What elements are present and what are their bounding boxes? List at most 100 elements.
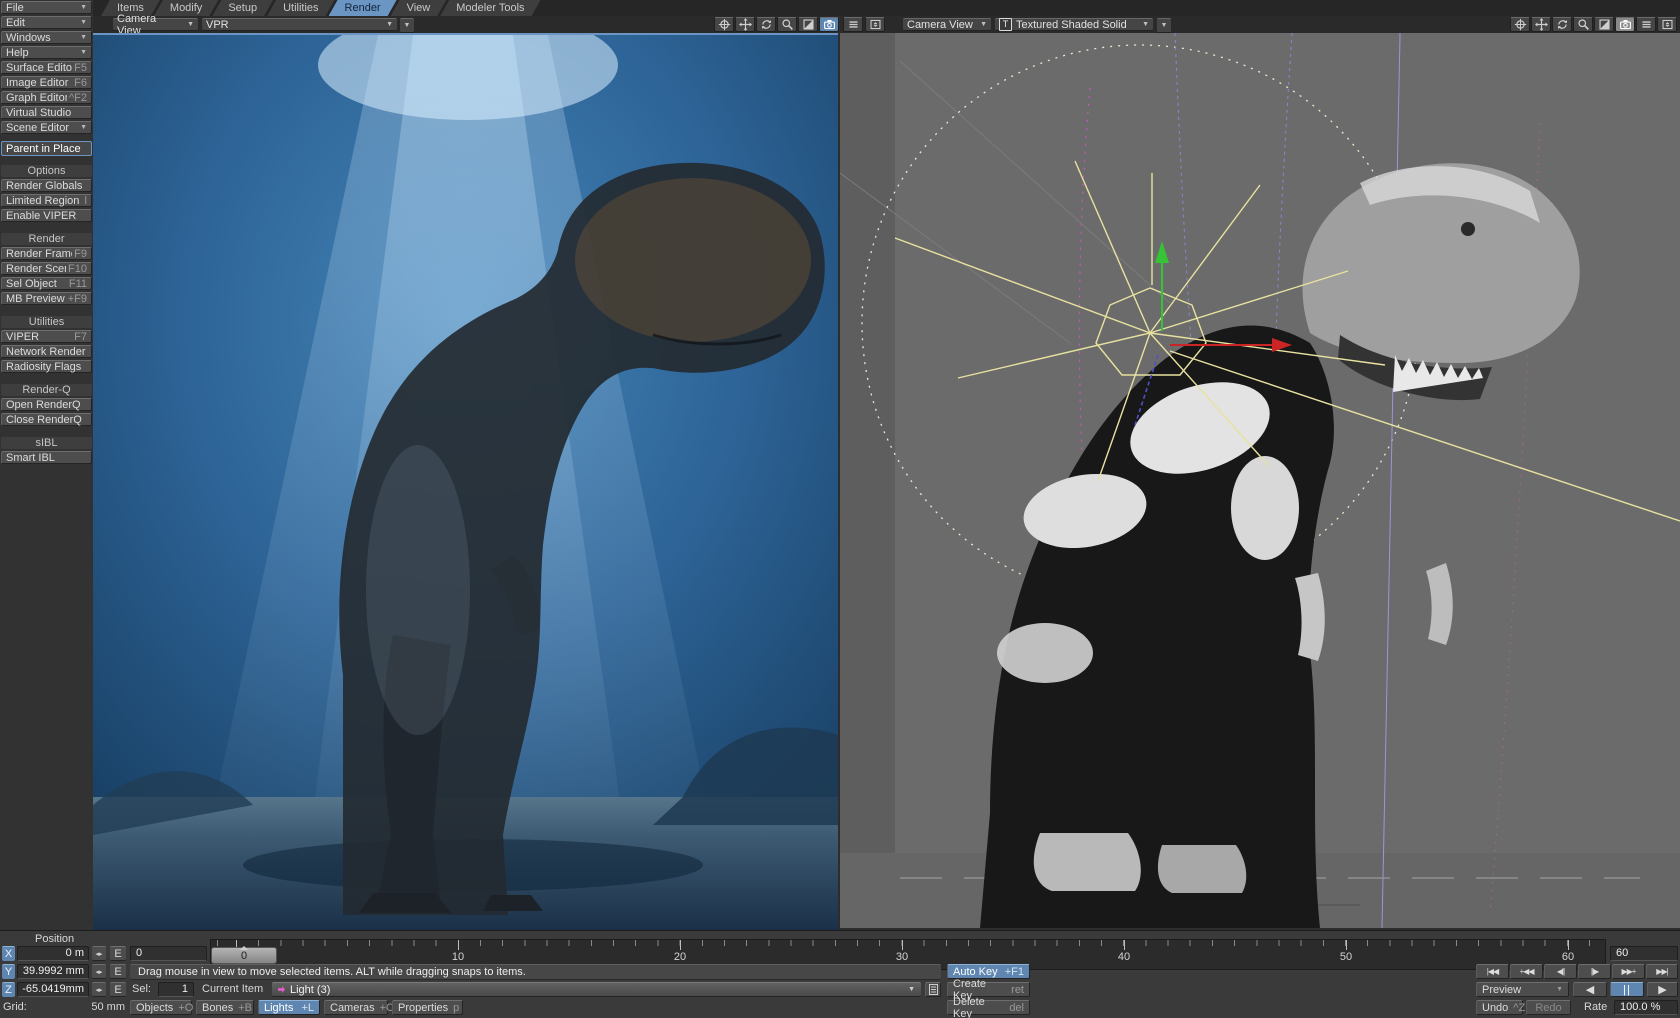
left-render-mode-dropdown[interactable]: VPR ▼: [202, 18, 397, 31]
left-viewport-options-dropdown[interactable]: ▼: [400, 18, 414, 33]
camera-icon[interactable]: [819, 17, 839, 32]
rotate-icon[interactable]: [756, 17, 776, 32]
vpr-render-viewport[interactable]: [93, 33, 838, 930]
tab-view[interactable]: View: [391, 0, 447, 16]
menu-windows[interactable]: Windows ▼: [1, 31, 92, 44]
x-position-field[interactable]: 0 m: [17, 946, 89, 961]
current-frame-field[interactable]: 0: [130, 946, 207, 961]
bones-mode-button[interactable]: Bones +B: [196, 1000, 254, 1015]
zoom-icon[interactable]: [1573, 17, 1593, 32]
current-item-dropdown[interactable]: Light (3) ▼: [272, 982, 921, 997]
zoom-icon[interactable]: [777, 17, 797, 32]
sel-object-button[interactable]: Sel Object F11: [1, 277, 92, 290]
delete-key-button[interactable]: Delete Key del: [947, 1000, 1030, 1015]
right-render-mode-dropdown[interactable]: T Textured Shaded Solid ▼: [995, 18, 1153, 31]
graph-editor-button[interactable]: Graph Editor ^F2: [1, 91, 92, 104]
render-frame-button[interactable]: Render Frame F9: [1, 247, 92, 260]
light-item-icon: [278, 986, 285, 993]
viewport-menu-icon[interactable]: [843, 17, 863, 32]
z-position-field[interactable]: -65.0419mm: [17, 982, 89, 997]
maximize-viewport-icon[interactable]: [798, 17, 818, 32]
lightwave-layout-window: Items Modify Setup Utilities Render View…: [0, 0, 1680, 1018]
utilities-section-header: Utilities: [1, 316, 92, 328]
menu-help[interactable]: Help ▼: [1, 46, 92, 59]
pan-icon[interactable]: [714, 17, 734, 32]
chevron-down-icon: ▼: [380, 21, 393, 28]
network-render-button[interactable]: Network Render: [1, 345, 92, 358]
item-list-icon: [929, 984, 938, 995]
menu-file[interactable]: File ▼: [1, 1, 92, 14]
camera-icon[interactable]: [1615, 17, 1635, 32]
undo-button[interactable]: Undo ^Z: [1476, 1000, 1523, 1015]
limited-region-button[interactable]: Limited Region l: [1, 194, 92, 207]
chevron-down-icon: ▼: [1136, 21, 1149, 28]
main-tab-bar: Items Modify Setup Utilities Render View…: [93, 0, 1680, 16]
scene-editor-button[interactable]: Scene Editor ▼: [1, 121, 92, 134]
properties-button[interactable]: Properties p: [392, 1000, 463, 1015]
previous-key-button[interactable]: +◀◀: [1510, 964, 1543, 979]
tab-modeler-tools[interactable]: Modeler Tools: [440, 0, 540, 16]
render-globals-button[interactable]: Render Globals: [1, 179, 92, 192]
move-icon[interactable]: [1531, 17, 1551, 32]
opengl-shaded-viewport[interactable]: [840, 33, 1680, 930]
open-renderq-button[interactable]: Open RenderQ: [1, 398, 92, 411]
next-key-button[interactable]: ▶▶+: [1612, 964, 1645, 979]
step-back-button[interactable]: ◀||: [1544, 964, 1577, 979]
step-forward-button[interactable]: ||▶: [1578, 964, 1611, 979]
surface-editor-button[interactable]: Surface Editor F5: [1, 61, 92, 74]
smart-ibl-button[interactable]: Smart IBL: [1, 451, 92, 464]
render-scene-button[interactable]: Render Scene F10: [1, 262, 92, 275]
z-axis-button[interactable]: Z: [2, 982, 15, 997]
tick-40: 40: [1118, 951, 1130, 963]
virtual-studio-button[interactable]: Virtual Studio: [1, 106, 92, 119]
menu-edit[interactable]: Edit ▼: [1, 16, 92, 29]
tick-10: 10: [452, 951, 464, 963]
mb-preview-button[interactable]: MB Preview +F9: [1, 292, 92, 305]
image-editor-button[interactable]: Image Editor F6: [1, 76, 92, 89]
z-envelope-button[interactable]: E: [110, 982, 126, 997]
x-spinner[interactable]: ◂▸: [92, 946, 106, 961]
right-viewport-options-dropdown[interactable]: ▼: [1157, 18, 1171, 33]
sel-count-field: 1: [158, 982, 194, 997]
preview-dropdown[interactable]: Preview ▼: [1476, 982, 1569, 997]
move-icon[interactable]: [735, 17, 755, 32]
rate-field[interactable]: 100.0 %: [1614, 1000, 1678, 1015]
y-axis-button[interactable]: Y: [2, 964, 15, 979]
timeline-slider-handle[interactable]: 0: [211, 947, 277, 964]
z-spinner[interactable]: ◂▸: [92, 982, 106, 997]
tab-render[interactable]: Render: [329, 0, 397, 16]
viewport-menu-icon[interactable]: [1636, 17, 1656, 32]
lights-mode-button[interactable]: Lights +L: [258, 1000, 320, 1015]
pan-icon[interactable]: [1510, 17, 1530, 32]
viper-button[interactable]: VIPER F7: [1, 330, 92, 343]
rotate-icon[interactable]: [1552, 17, 1572, 32]
radiosity-flags-button[interactable]: Radiosity Flags: [1, 360, 92, 373]
y-position-field[interactable]: 39.9992 mm: [17, 964, 89, 979]
left-view-mode-dropdown[interactable]: Camera View ▼: [113, 18, 198, 31]
maximize-viewport-icon[interactable]: [1594, 17, 1614, 32]
pause-button[interactable]: ||: [1610, 982, 1644, 997]
x-axis-button[interactable]: X: [2, 946, 15, 961]
right-view-mode-dropdown[interactable]: Camera View ▼: [903, 18, 991, 31]
enable-viper-button[interactable]: Enable VIPER: [1, 209, 92, 222]
y-envelope-button[interactable]: E: [110, 964, 126, 979]
go-to-end-button[interactable]: ▶▶|: [1646, 964, 1678, 979]
close-renderq-button[interactable]: Close RenderQ: [1, 413, 92, 426]
play-reverse-button[interactable]: ◀: [1573, 982, 1607, 997]
x-envelope-button[interactable]: E: [110, 946, 126, 961]
viewport-layout-icon[interactable]: [865, 17, 885, 32]
end-frame-field[interactable]: 60: [1610, 946, 1678, 961]
tab-utilities[interactable]: Utilities: [267, 0, 334, 16]
tab-setup[interactable]: Setup: [212, 0, 273, 16]
cameras-mode-button[interactable]: Cameras +C: [324, 1000, 388, 1015]
item-properties-mini-button[interactable]: [925, 982, 941, 997]
redo-button[interactable]: Redo: [1526, 1000, 1571, 1015]
y-spinner[interactable]: ◂▸: [92, 964, 106, 979]
chevron-down-icon: ▼: [1551, 986, 1563, 993]
parent-in-place-button[interactable]: Parent in Place: [1, 141, 92, 156]
play-forward-button[interactable]: ▶: [1647, 982, 1678, 997]
go-to-start-button[interactable]: |◀◀: [1476, 964, 1509, 979]
tick-60: 60: [1562, 951, 1574, 963]
viewport-layout-icon[interactable]: [1657, 17, 1677, 32]
objects-mode-button[interactable]: Objects +O: [130, 1000, 192, 1015]
